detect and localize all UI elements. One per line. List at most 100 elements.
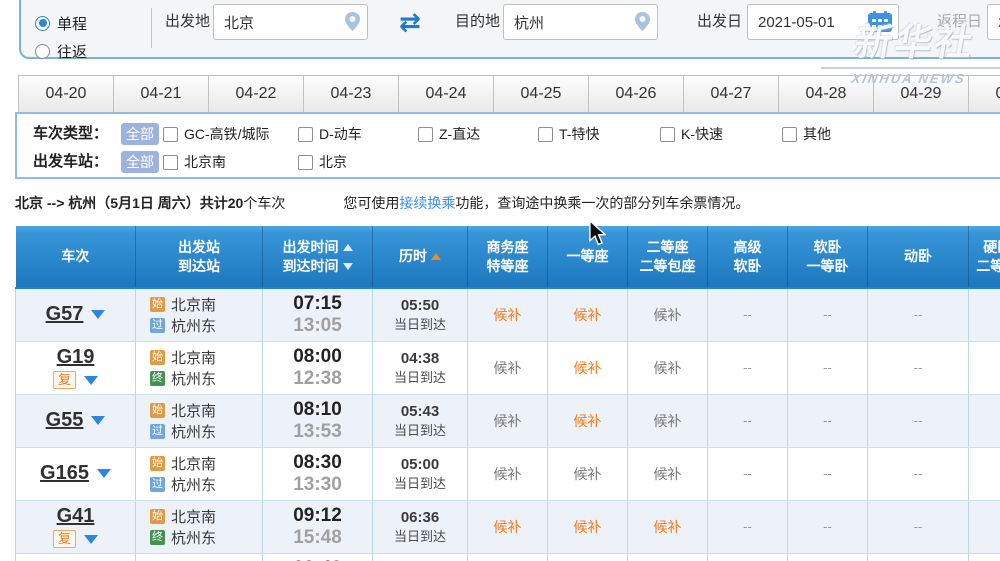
duration: 04:38 bbox=[400, 349, 440, 367]
date-tab[interactable]: 04-28 bbox=[778, 75, 874, 113]
checkbox-icon[interactable] bbox=[782, 126, 797, 142]
filter-type-k[interactable]: K-快速 bbox=[660, 124, 723, 144]
sort-active-icon[interactable] bbox=[431, 253, 441, 260]
checkbox-icon[interactable] bbox=[418, 126, 433, 142]
return-date-input[interactable] bbox=[987, 4, 1000, 40]
checkbox-icon[interactable] bbox=[660, 126, 675, 142]
checkbox-icon[interactable] bbox=[538, 126, 553, 142]
train-number-link[interactable]: G55 bbox=[46, 409, 84, 432]
calendar-icon[interactable] bbox=[868, 11, 892, 32]
station-name: 北京南 bbox=[171, 455, 217, 473]
train-number-link[interactable]: G19 bbox=[57, 346, 95, 369]
seat-status-cell: 候补 bbox=[467, 447, 548, 501]
expand-arrow-icon[interactable] bbox=[96, 469, 111, 478]
checkbox-icon[interactable] bbox=[163, 126, 178, 142]
trip-type-single[interactable]: 单程 bbox=[35, 14, 88, 33]
tip-prefix: 您可使用 bbox=[343, 195, 400, 211]
train-number-link[interactable]: G41 bbox=[57, 505, 95, 528]
checkbox-icon[interactable] bbox=[298, 126, 313, 142]
date-tab[interactable]: 04-22 bbox=[208, 75, 304, 113]
seat-status-cell: -- bbox=[707, 500, 788, 554]
seat-status-cell: 候补 bbox=[467, 394, 548, 448]
transfer-link[interactable]: 接续换乘 bbox=[399, 195, 455, 211]
pass-badge-icon: 过 bbox=[150, 476, 165, 492]
trip-single-label: 单程 bbox=[57, 15, 88, 33]
date-tab[interactable]: 04-30 bbox=[968, 75, 1000, 113]
seat-status-cell[interactable]: 候补 bbox=[627, 500, 708, 554]
expand-arrow-icon[interactable] bbox=[84, 534, 98, 544]
divider bbox=[151, 8, 152, 48]
filter-type-gc[interactable]: GC-高铁/城际 bbox=[163, 124, 270, 144]
date-tab[interactable]: 04-29 bbox=[873, 75, 969, 113]
depart-station-all-badge[interactable]: 全部 bbox=[121, 151, 159, 173]
duration: 05:50 bbox=[400, 296, 440, 314]
duration-cell: 05:00 当日到达 bbox=[372, 447, 468, 501]
col-duration-sort[interactable]: 历时 bbox=[372, 226, 468, 288]
seat-status-cell[interactable]: 候补 bbox=[547, 341, 628, 395]
filter-type-k-label: K-快速 bbox=[681, 126, 723, 142]
depart-time: 08:10 bbox=[293, 398, 342, 420]
table-row: G165 始北京南 过杭州东 08:30 13:30 05:00 当日到达 候补… bbox=[15, 447, 1000, 501]
stations-cell: 始北京南 终杭州东 bbox=[135, 500, 263, 554]
station-name: 北京南 bbox=[171, 402, 217, 420]
seat-status-cell[interactable]: 候补 bbox=[547, 394, 628, 448]
pass-badge-icon: 过 bbox=[150, 423, 165, 439]
duration: 05:00 bbox=[400, 455, 440, 473]
date-tab[interactable]: 04-27 bbox=[683, 75, 779, 113]
seat-status-cell[interactable]: 候补 bbox=[467, 500, 548, 554]
filter-station-beijingnan[interactable]: 北京南 bbox=[163, 152, 226, 172]
tip-suffix: 功能，查询途中换乘一次的部分列车余票情况。 bbox=[455, 195, 750, 211]
seat-status-cell[interactable]: 候补 bbox=[547, 288, 628, 342]
duration: 05:43 bbox=[400, 402, 440, 420]
date-tab[interactable]: 04-26 bbox=[588, 75, 684, 113]
train-number-link[interactable]: G57 bbox=[46, 303, 84, 326]
station-name: 北京南 bbox=[171, 296, 217, 314]
col-stations: 出发站 到达站 bbox=[135, 226, 263, 288]
date-tab[interactable]: 04-25 bbox=[493, 75, 589, 113]
seat-status-cell: 候补 bbox=[627, 447, 708, 501]
radio-unselected-icon[interactable] bbox=[35, 43, 50, 59]
depart-time: 09:12 bbox=[293, 504, 342, 526]
train-type-all-badge[interactable]: 全部 bbox=[121, 123, 159, 145]
train-number-link[interactable]: G165 bbox=[40, 462, 89, 485]
train-cell: G55 bbox=[15, 394, 136, 448]
expand-arrow-icon[interactable] bbox=[91, 310, 106, 320]
seat-status-cell: 候补 bbox=[627, 394, 708, 448]
origin-badge-icon: 始 bbox=[150, 508, 165, 524]
trip-type-round[interactable]: 往返 bbox=[35, 42, 87, 61]
col-times-sort[interactable]: 出发时间 到达时间 bbox=[262, 226, 373, 288]
sort-asc-icon[interactable] bbox=[342, 243, 353, 251]
filter-type-z[interactable]: Z-直达 bbox=[418, 124, 480, 144]
filter-type-other[interactable]: 其他 bbox=[782, 124, 831, 144]
col-soft-sleeper: 软卧 一等卧 bbox=[787, 226, 868, 288]
fuxing-badge: 复 bbox=[52, 371, 76, 389]
swap-cities-icon[interactable]: ⇄ bbox=[399, 4, 421, 40]
seat-status-cell[interactable]: 候补 bbox=[467, 288, 548, 342]
date-tab[interactable]: 04-24 bbox=[398, 75, 494, 113]
depart-time: 08:00 bbox=[293, 345, 342, 367]
station-name: 北京南 bbox=[171, 508, 217, 526]
checkbox-icon[interactable] bbox=[298, 154, 313, 170]
filter-type-d[interactable]: D-动车 bbox=[298, 124, 362, 144]
seat-status-cell: -- bbox=[707, 394, 788, 448]
filter-station-beijing[interactable]: 北京 bbox=[298, 152, 347, 172]
date-tab[interactable]: 04-20 bbox=[18, 75, 114, 113]
filter-type-t[interactable]: T-特快 bbox=[538, 124, 599, 144]
checkbox-icon[interactable] bbox=[163, 154, 178, 170]
expand-arrow-icon[interactable] bbox=[84, 375, 98, 385]
duration-cell: 05:43 当日到达 bbox=[372, 394, 468, 448]
radio-selected-icon[interactable] bbox=[35, 15, 50, 31]
sort-desc-icon[interactable] bbox=[342, 262, 353, 270]
depart-time: 08:30 bbox=[293, 451, 342, 473]
date-tab[interactable]: 04-21 bbox=[113, 75, 209, 113]
station-name: 杭州东 bbox=[171, 476, 217, 494]
arrive-day: 当日到达 bbox=[393, 422, 446, 438]
stations-cell: 始北京南 过杭州东 bbox=[135, 288, 263, 342]
expand-arrow-icon[interactable] bbox=[91, 416, 106, 425]
date-tab[interactable]: 04-23 bbox=[303, 75, 399, 113]
train-cell: G57 bbox=[15, 288, 136, 342]
transfer-tip: 您可使用接续换乘功能，查询途中换乘一次的部分列车余票情况。 bbox=[343, 193, 749, 213]
arrive-time: 13:53 bbox=[293, 420, 342, 442]
seat-status-cell[interactable]: 候补 bbox=[547, 500, 628, 554]
filter-type-gc-label: GC-高铁/城际 bbox=[184, 126, 270, 142]
